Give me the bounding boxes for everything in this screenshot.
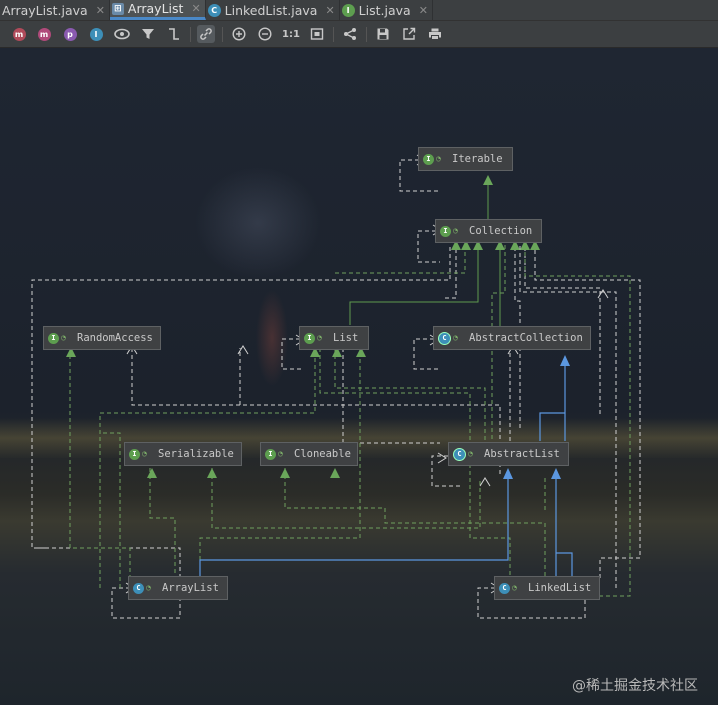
node-list[interactable]: I ◔ List bbox=[299, 326, 369, 350]
tab-label: ArrayList.java bbox=[2, 2, 88, 18]
tab-label: LinkedList.java bbox=[224, 2, 318, 18]
node-label: ArrayList bbox=[162, 582, 219, 594]
export-icon[interactable] bbox=[400, 25, 418, 43]
interface-icon: I bbox=[423, 153, 434, 165]
public-icon: ◔ bbox=[146, 583, 151, 592]
node-label: List bbox=[333, 332, 359, 344]
abstract-class-icon: C bbox=[453, 447, 466, 461]
interface-icon: I bbox=[129, 448, 140, 460]
close-icon[interactable]: ✕ bbox=[419, 4, 428, 17]
diagram-icon: ⊞ bbox=[111, 2, 124, 15]
public-icon: ◔ bbox=[317, 333, 322, 342]
public-icon: ◔ bbox=[512, 583, 517, 592]
node-cloneable[interactable]: I ◔ Cloneable bbox=[260, 442, 358, 466]
interface-icon: I bbox=[341, 3, 355, 17]
node-arraylist[interactable]: C ◔ ArrayList bbox=[128, 576, 228, 600]
interface-icon: I bbox=[440, 225, 451, 237]
abstract-class-icon: C bbox=[438, 331, 451, 345]
public-icon: ◔ bbox=[453, 333, 458, 342]
filter-icon[interactable] bbox=[139, 25, 157, 43]
zoom-out-icon[interactable] bbox=[256, 25, 274, 43]
node-serializable[interactable]: I ◔ Serializable bbox=[124, 442, 242, 466]
tab-arraylist-java[interactable]: ArrayList.java ✕ bbox=[0, 0, 110, 20]
interface-icon: I bbox=[265, 448, 276, 460]
node-label: Cloneable bbox=[294, 448, 351, 460]
node-label: Iterable bbox=[452, 153, 503, 165]
diagram-toolbar: m m p I 1:1 bbox=[0, 21, 718, 48]
node-label: AbstractList bbox=[484, 448, 560, 460]
node-abstractlist[interactable]: C ◔ AbstractList bbox=[448, 442, 569, 466]
node-iterable[interactable]: I ◔ Iterable bbox=[418, 147, 513, 171]
node-abstractcollection[interactable]: C ◔ AbstractCollection bbox=[433, 326, 591, 350]
node-label: RandomAccess bbox=[77, 332, 153, 344]
link-icon[interactable] bbox=[197, 25, 215, 43]
relationship-edges bbox=[31, 154, 641, 619]
watermark: @稀土掘金技术社区 bbox=[572, 678, 698, 694]
node-collection[interactable]: I ◔ Collection bbox=[435, 219, 542, 243]
editor-tab-bar: ArrayList.java ✕ ⊞ ArrayList ✕ C LinkedL… bbox=[0, 0, 718, 21]
node-label: Collection bbox=[469, 225, 533, 237]
class-icon: C bbox=[207, 3, 221, 17]
print-icon[interactable] bbox=[426, 25, 444, 43]
show-inner-classes-button[interactable]: I bbox=[87, 25, 105, 43]
actual-size-button[interactable]: 1:1 bbox=[282, 25, 300, 43]
tab-label: ArrayList bbox=[127, 1, 184, 16]
public-icon: ◔ bbox=[453, 226, 458, 235]
tab-label: List.java bbox=[358, 2, 411, 18]
node-linkedlist[interactable]: C ◔ LinkedList bbox=[494, 576, 600, 600]
close-icon[interactable]: ✕ bbox=[191, 2, 200, 15]
node-label: Serializable bbox=[158, 448, 234, 460]
class-icon: C bbox=[133, 582, 144, 594]
save-icon[interactable] bbox=[374, 25, 392, 43]
node-label: AbstractCollection bbox=[469, 332, 583, 344]
close-icon[interactable]: ✕ bbox=[325, 4, 334, 17]
public-icon: ◔ bbox=[468, 449, 473, 458]
show-methods-button[interactable]: m bbox=[35, 25, 53, 43]
public-icon: ◔ bbox=[61, 333, 66, 342]
tab-linkedlist-java[interactable]: C LinkedList.java ✕ bbox=[206, 0, 340, 20]
node-label: LinkedList bbox=[528, 582, 592, 594]
fit-content-icon[interactable] bbox=[308, 25, 326, 43]
zoom-in-icon[interactable] bbox=[230, 25, 248, 43]
public-icon: ◔ bbox=[436, 154, 441, 163]
class-icon: C bbox=[499, 582, 510, 594]
public-icon: ◔ bbox=[278, 449, 283, 458]
layout-icon[interactable] bbox=[341, 25, 359, 43]
edge-routing-icon[interactable] bbox=[165, 25, 183, 43]
eye-icon[interactable] bbox=[113, 25, 131, 43]
interface-icon: I bbox=[48, 332, 59, 344]
node-randomaccess[interactable]: I ◔ RandomAccess bbox=[43, 326, 161, 350]
show-properties-button[interactable]: p bbox=[61, 25, 79, 43]
public-icon: ◔ bbox=[142, 449, 147, 458]
close-icon[interactable]: ✕ bbox=[96, 4, 105, 17]
diagram-canvas[interactable]: I ◔ Iterable I ◔ Collection I ◔ RandomAc… bbox=[0, 48, 718, 705]
show-fields-button[interactable]: m bbox=[10, 25, 28, 43]
tab-list-java[interactable]: I List.java ✕ bbox=[340, 0, 433, 20]
interface-icon: I bbox=[304, 332, 315, 344]
tab-arraylist-diagram[interactable]: ⊞ ArrayList ✕ bbox=[109, 0, 206, 20]
